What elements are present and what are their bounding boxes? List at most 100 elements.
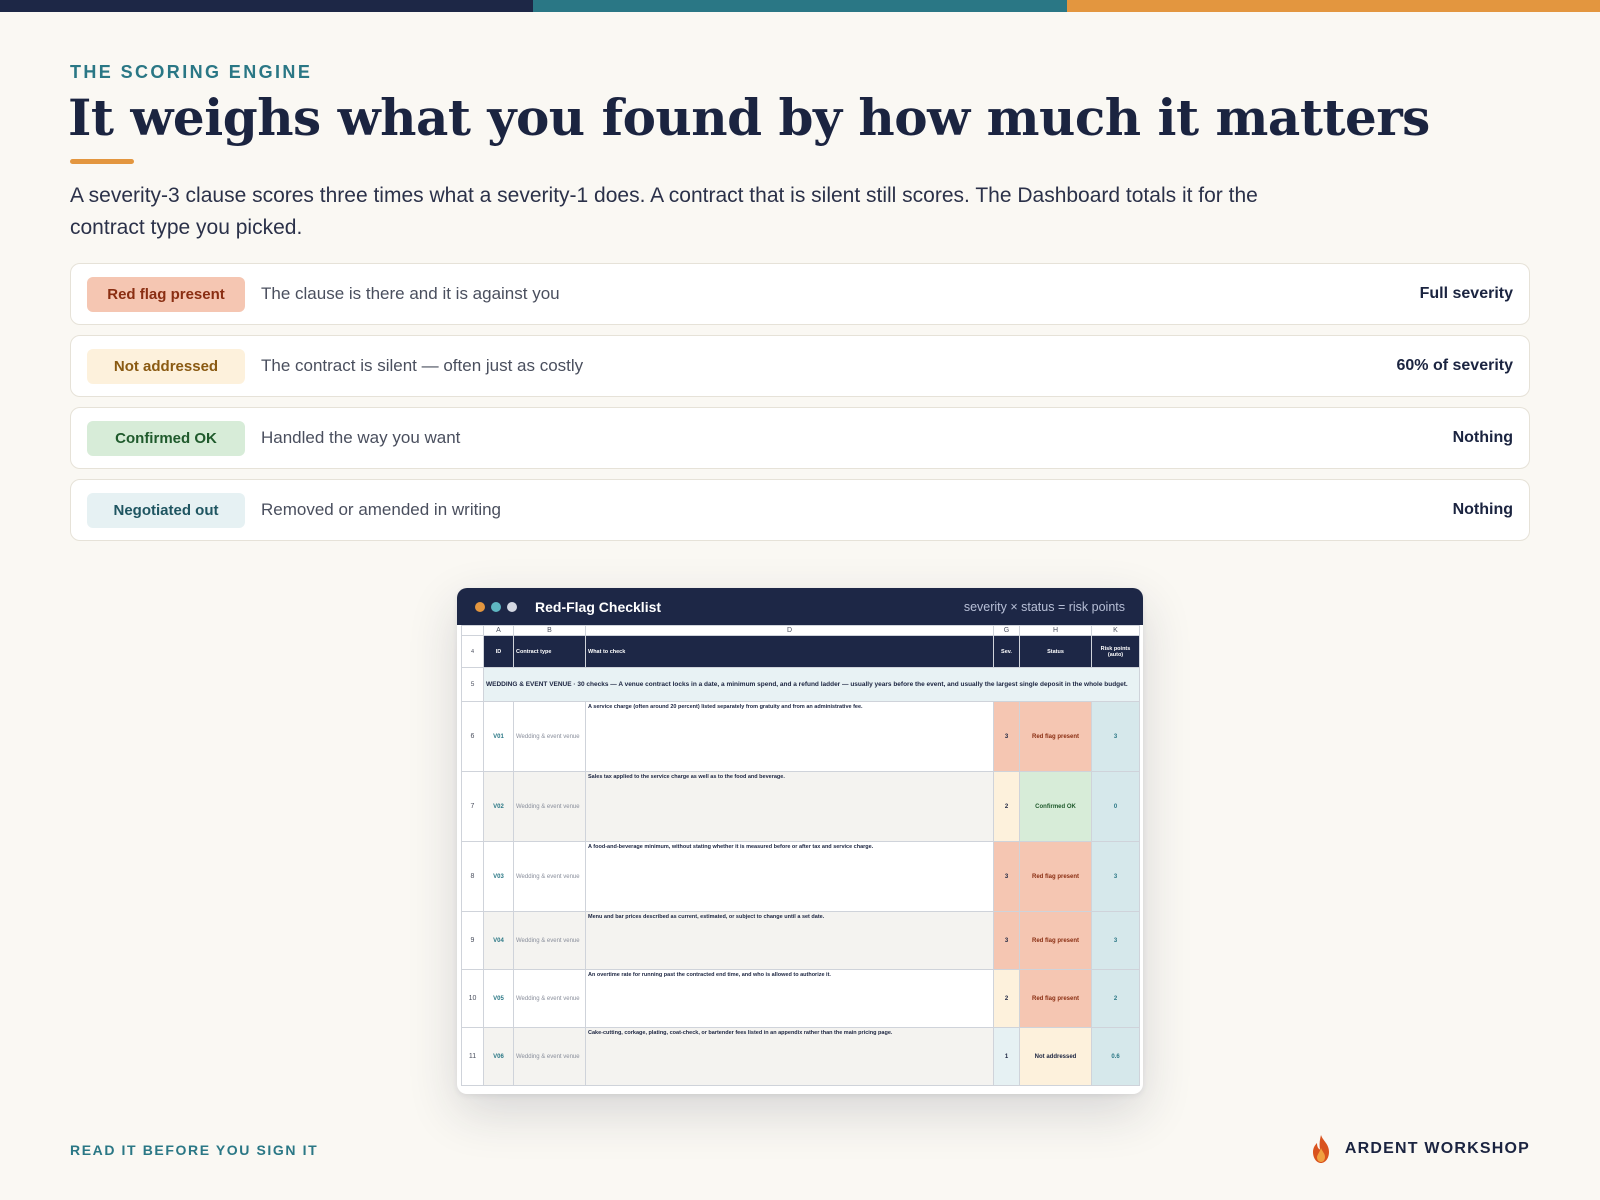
status-pill: Negotiated out <box>87 492 245 528</box>
severity-cell[interactable]: 3 <box>993 841 1020 912</box>
spreadsheet-window: Red-Flag Checklist severity × status = r… <box>457 588 1143 1094</box>
column-letter[interactable]: K <box>1091 625 1140 636</box>
status-cell[interactable]: Red flag present <box>1019 841 1092 912</box>
row-number: 8 <box>461 841 484 912</box>
status-description: Handled the way you want <box>261 428 461 447</box>
severity-cell[interactable]: 2 <box>993 771 1020 842</box>
status-row-not-addressed: Not addressed The contract is silent — o… <box>70 335 1530 397</box>
risk-points-cell[interactable]: 2 <box>1091 969 1140 1028</box>
severity-cell[interactable]: 3 <box>993 701 1020 772</box>
row-number: 6 <box>461 701 484 772</box>
status-cell[interactable]: Red flag present <box>1019 969 1092 1028</box>
contract-type-cell[interactable]: Wedding & event venue <box>513 969 586 1028</box>
table-row: 7 V02 Wedding & event venue Sales tax ap… <box>461 771 1140 842</box>
table-row: 8 V03 Wedding & event venue A food-and-b… <box>461 841 1140 912</box>
top-bar-teal-segment <box>533 0 1067 12</box>
footer-brand: ARDENT WORKSHOP <box>1309 1134 1530 1164</box>
check-id[interactable]: V05 <box>483 969 514 1028</box>
contract-type-cell[interactable]: Wedding & event venue <box>513 701 586 772</box>
row-number: 4 <box>461 635 484 668</box>
status-cell[interactable]: Red flag present <box>1019 911 1092 970</box>
severity-cell[interactable]: 2 <box>993 969 1020 1028</box>
spreadsheet-titlebar: Red-Flag Checklist severity × status = r… <box>457 588 1143 625</box>
page-title: It weighs what you found by how much it … <box>68 88 1430 147</box>
severity-cell[interactable]: 3 <box>993 911 1020 970</box>
status-cell[interactable]: Red flag present <box>1019 701 1092 772</box>
column-header-severity[interactable]: Sev. <box>993 635 1020 668</box>
window-dot-grey-icon[interactable] <box>507 601 517 612</box>
status-row-red-flag: Red flag present The clause is there and… <box>70 263 1530 325</box>
column-letter <box>461 625 484 636</box>
column-letter[interactable]: D <box>585 625 994 636</box>
status-description: The contract is silent — often just as c… <box>261 356 584 375</box>
column-letter[interactable]: A <box>483 625 514 636</box>
status-pill: Not addressed <box>87 348 245 384</box>
section-row: 5 WEDDING & EVENT VENUE · 30 checks — A … <box>461 667 1140 702</box>
accent-rule <box>70 159 134 164</box>
column-header-status[interactable]: Status <box>1019 635 1092 668</box>
risk-points-cell[interactable]: 3 <box>1091 841 1140 912</box>
column-letter[interactable]: G <box>993 625 1020 636</box>
table-header-row: 4 ID Contract type What to check Sev. St… <box>461 635 1140 668</box>
table-row: 9 V04 Wedding & event venue Menu and bar… <box>461 911 1140 970</box>
contract-type-cell[interactable]: Wedding & event venue <box>513 841 586 912</box>
status-pill: Red flag present <box>87 276 245 312</box>
status-description: Removed or amended in writing <box>261 500 502 519</box>
severity-cell[interactable]: 1 <box>993 1027 1020 1086</box>
risk-points-cell[interactable]: 0.6 <box>1091 1027 1140 1086</box>
check-description[interactable]: An overtime rate for running past the co… <box>585 969 994 1028</box>
lede-paragraph: A severity-3 clause scores three times w… <box>70 184 1258 239</box>
status-cell[interactable]: Confirmed OK <box>1019 771 1092 842</box>
spreadsheet-grid: A B D G H K 4 ID Contract type What to c… <box>461 625 1140 1086</box>
top-bar-orange-segment <box>1066 0 1600 12</box>
check-description[interactable]: Menu and bar prices described as current… <box>585 911 994 970</box>
risk-points-cell[interactable]: 3 <box>1091 701 1140 772</box>
risk-points-cell[interactable]: 3 <box>1091 911 1140 970</box>
row-number: 7 <box>461 771 484 842</box>
row-number: 9 <box>461 911 484 970</box>
eyebrow-label: THE SCORING ENGINE <box>70 62 313 82</box>
status-list: Red flag present The clause is there and… <box>70 263 1530 551</box>
column-letter-row: A B D G H K <box>461 625 1140 636</box>
column-header-risk-points[interactable]: Risk points (auto) <box>1091 635 1140 668</box>
check-id[interactable]: V04 <box>483 911 514 970</box>
status-cell[interactable]: Not addressed <box>1019 1027 1092 1086</box>
contract-type-cell[interactable]: Wedding & event venue <box>513 911 586 970</box>
contract-type-cell[interactable]: Wedding & event venue <box>513 771 586 842</box>
spreadsheet-formula-caption: severity × status = risk points <box>963 599 1125 614</box>
spreadsheet-title: Red-Flag Checklist <box>535 598 662 615</box>
contract-type-cell[interactable]: Wedding & event venue <box>513 1027 586 1086</box>
status-pill: Confirmed OK <box>87 420 245 456</box>
check-description[interactable]: Cake-cutting, corkage, plating, coat-che… <box>585 1027 994 1086</box>
check-description[interactable]: A service charge (often around 20 percen… <box>585 701 994 772</box>
table-row: 10 V05 Wedding & event venue An overtime… <box>461 969 1140 1028</box>
check-description[interactable]: Sales tax applied to the service charge … <box>585 771 994 842</box>
check-description[interactable]: A food-and-beverage minimum, without sta… <box>585 841 994 912</box>
column-letter[interactable]: H <box>1019 625 1092 636</box>
column-letter[interactable]: B <box>513 625 586 636</box>
status-weight: Nothing <box>1452 501 1513 518</box>
column-header-contract-type[interactable]: Contract type <box>513 635 586 668</box>
column-header-what-to-check[interactable]: What to check <box>585 635 994 668</box>
top-color-bar <box>0 0 1600 12</box>
window-dot-orange-icon[interactable] <box>475 601 485 612</box>
status-weight: Full severity <box>1419 285 1513 302</box>
brand-name: ARDENT WORKSHOP <box>1344 1140 1530 1157</box>
column-header-id[interactable]: ID <box>483 635 514 668</box>
status-weight: Nothing <box>1452 429 1513 446</box>
table-row: 6 V01 Wedding & event venue A service ch… <box>461 701 1140 772</box>
status-row-negotiated-out: Negotiated out Removed or amended in wri… <box>70 479 1530 541</box>
risk-points-cell[interactable]: 0 <box>1091 771 1140 842</box>
check-id[interactable]: V03 <box>483 841 514 912</box>
check-id[interactable]: V02 <box>483 771 514 842</box>
flame-icon <box>1312 1135 1329 1163</box>
check-id[interactable]: V01 <box>483 701 514 772</box>
row-number: 11 <box>461 1027 484 1086</box>
section-description[interactable]: WEDDING & EVENT VENUE · 30 checks — A ve… <box>483 667 1140 702</box>
footer-tagline: READ IT BEFORE YOU SIGN IT <box>70 1142 319 1158</box>
check-id[interactable]: V06 <box>483 1027 514 1086</box>
table-row: 11 V06 Wedding & event venue Cake-cuttin… <box>461 1027 1140 1086</box>
row-number: 10 <box>461 969 484 1028</box>
status-description: The clause is there and it is against yo… <box>261 284 560 303</box>
window-dot-teal-icon[interactable] <box>491 601 501 612</box>
